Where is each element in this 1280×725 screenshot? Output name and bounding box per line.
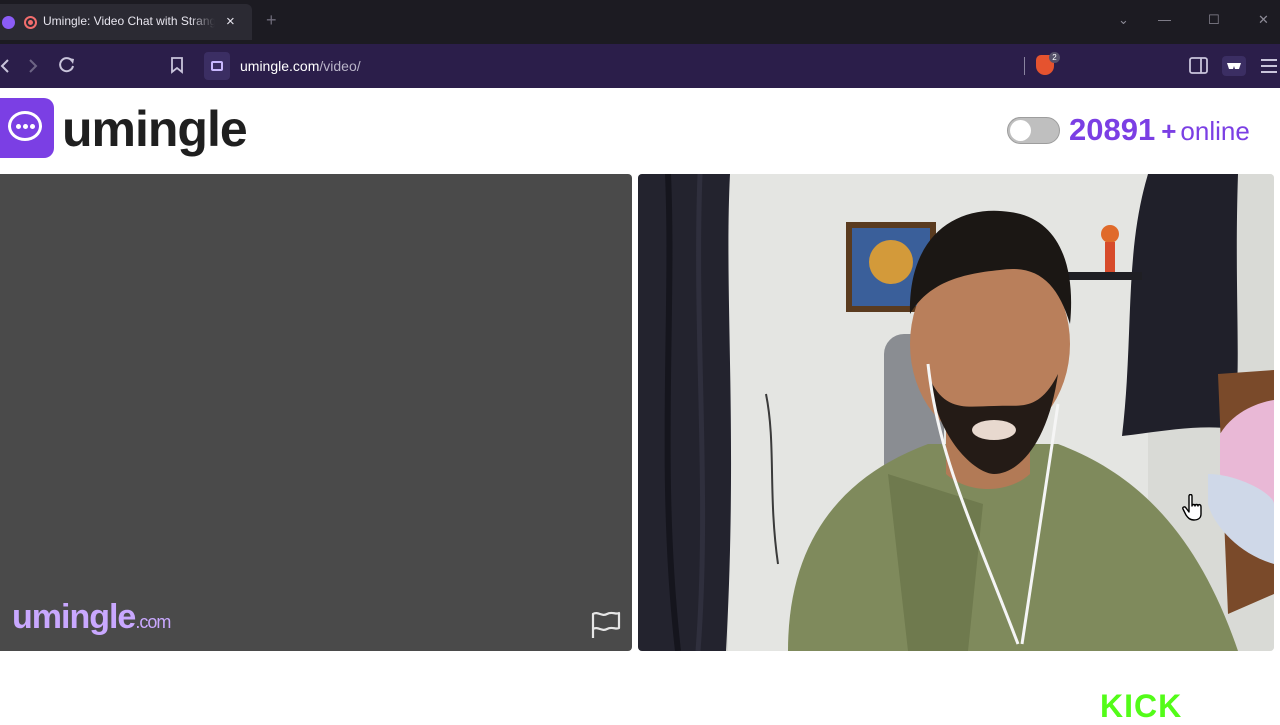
maximize-icon[interactable]: ☐	[1208, 12, 1220, 28]
logo-dot	[23, 124, 28, 129]
kick-logo: KICK	[1100, 688, 1183, 724]
tab-close-icon[interactable]: ×	[226, 13, 235, 30]
local-video-pane	[0, 174, 632, 651]
online-plus: +	[1161, 116, 1177, 146]
logo-dot	[16, 124, 21, 129]
sidebar-icon[interactable]	[1189, 57, 1209, 75]
report-flag-icon[interactable]	[590, 610, 622, 640]
stranger-video-pane	[638, 174, 1274, 651]
umingle-logo-icon[interactable]	[0, 98, 54, 158]
tab-list-icon[interactable]: ⌄	[1118, 12, 1129, 28]
watermark-main: umingle	[12, 598, 136, 636]
back-icon[interactable]	[0, 58, 10, 74]
brave-shield-badge: 2	[1049, 52, 1060, 63]
wallet-icon[interactable]	[1222, 56, 1246, 76]
close-window-icon[interactable]: ✕	[1258, 12, 1269, 28]
nav-separator	[1024, 57, 1025, 75]
online-count: 20891	[1069, 112, 1156, 147]
browser-tab[interactable]: Umingle: Video Chat with Strangers ×	[0, 4, 252, 40]
menu-icon[interactable]	[1260, 58, 1278, 74]
logo-dot	[30, 124, 35, 129]
watermark-tld: .com	[135, 612, 171, 632]
online-toggle[interactable]	[1007, 117, 1060, 144]
forward-icon[interactable]	[28, 58, 38, 74]
brand-name[interactable]: umingle	[62, 100, 248, 158]
hand-cursor-icon	[1182, 494, 1202, 521]
new-tab-button[interactable]: +	[266, 10, 277, 31]
stranger-video-frame	[638, 174, 1274, 651]
navigation-bar	[0, 44, 1280, 88]
online-counter: 20891 + online	[1069, 112, 1250, 148]
recording-icon	[24, 16, 37, 29]
url-path: /video/	[319, 58, 361, 74]
umingle-favicon-icon	[2, 16, 15, 29]
tab-bar: Umingle: Video Chat with Strangers × + ⌄…	[0, 0, 1280, 44]
video-site-icon[interactable]	[204, 52, 230, 80]
toggle-knob	[1010, 120, 1031, 141]
url-bar[interactable]: umingle.com/video/	[240, 58, 361, 74]
tab-title: Umingle: Video Chat with Strangers	[43, 14, 215, 28]
online-label: online	[1180, 116, 1250, 146]
reload-icon[interactable]	[58, 56, 76, 74]
bookmark-icon[interactable]	[170, 56, 184, 74]
minimize-icon[interactable]: —	[1158, 12, 1171, 27]
video-watermark: umingle.com	[12, 598, 171, 637]
url-domain: umingle.com	[240, 58, 320, 74]
